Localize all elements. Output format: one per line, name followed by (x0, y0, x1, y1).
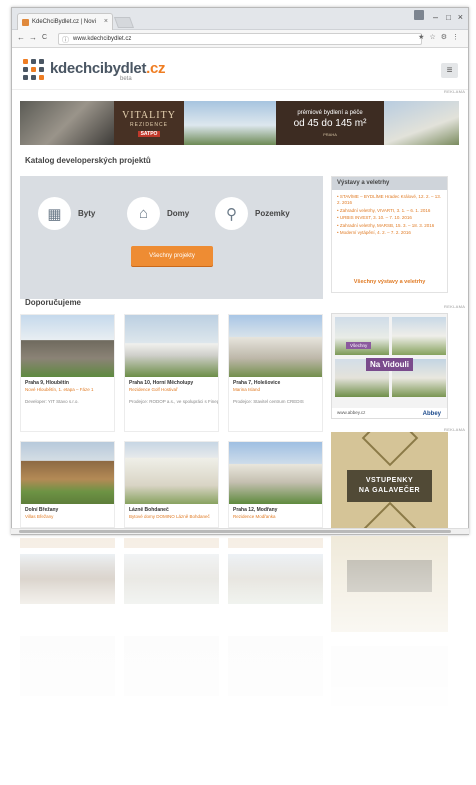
ad-photo (335, 317, 389, 355)
card-title: Praha 9, Hloubětín (25, 380, 69, 386)
banner-building-photo (184, 101, 276, 145)
project-card[interactable]: Lázně Bohdaneč Bytové domy DOMINO Lázně … (124, 441, 219, 528)
tab-title: KdeChciBydlet.cz | Novi (32, 19, 96, 25)
project-photo (21, 442, 114, 504)
category-domy[interactable]: ⌂ Domy (127, 197, 189, 230)
project-card[interactable]: Praha 7, Holešovice Marina Island Prodej… (228, 314, 323, 432)
card-title: Dolní Břežany (25, 507, 59, 513)
recommended-title: Doporučujeme (25, 298, 82, 307)
card-title: Praha 10, Horní Měcholupy (129, 380, 194, 386)
forward-icon[interactable]: → (29, 33, 37, 42)
all-events-link[interactable]: Všechny výstavy a veletrhy (332, 279, 447, 285)
ad-label: REKLAMA (444, 89, 466, 94)
project-card[interactable]: Praha 10, Horní Měcholupy Rezidence Golf… (124, 314, 219, 432)
card-subtitle[interactable]: Rezidence Modřanka (229, 513, 322, 524)
banner-exterior-photo (384, 101, 459, 145)
card-subtitle[interactable]: Marina Island (229, 386, 322, 397)
events-title: Výstavy a veletrhy (332, 177, 447, 190)
house-icon: ⌂ (127, 197, 160, 230)
ad-project-name: Na Vidouli (366, 358, 413, 371)
project-photo (125, 315, 218, 377)
toolbar-icons[interactable]: ★☆⚙⋮ (418, 33, 464, 41)
top-banner-ad[interactable]: VITALITY REZIDENCE SATPO prémiové bydlen… (20, 101, 459, 145)
card-developer: Developer: YIT Stavo s.r.o. (25, 399, 79, 404)
card-title: Praha 7, Holešovice (233, 380, 281, 386)
ad-label: REKLAMA (444, 304, 466, 309)
address-bar-row: ← → C ⓘ www.kdechcibydlet.cz ★☆⚙⋮ (12, 30, 468, 48)
close-window-icon[interactable]: × (458, 12, 463, 22)
ad-diamond-decoration (361, 432, 419, 467)
new-tab-button[interactable] (113, 17, 135, 28)
event-link[interactable]: • URBIS INVEST, 3. 10. – 7. 10. 2016 (337, 215, 442, 221)
favicon-icon (22, 19, 29, 26)
events-panel: Výstavy a veletrhy • STAVÍME – BYDLÍME H… (331, 176, 448, 293)
browser-tab[interactable]: KdeChciBydlet.cz | Novi × (17, 13, 113, 30)
catalog-title: Katalog developerských projektů (25, 156, 151, 165)
category-byty[interactable]: ▦ Byty (38, 197, 95, 230)
ad-diamond-decoration (361, 501, 419, 528)
project-photo (229, 442, 322, 504)
card-subtitle[interactable]: Bytové domy DOMINO Lázně Bohdaneč (125, 513, 218, 524)
reflection-fade (0, 536, 476, 785)
ad-photo (392, 317, 446, 355)
project-photo (125, 442, 218, 504)
card-subtitle[interactable]: Villas Břežany (21, 513, 114, 524)
minimize-icon[interactable]: – (433, 12, 438, 22)
card-title: Praha 12, Modřany (233, 507, 278, 513)
user-profile-icon[interactable] (414, 10, 424, 20)
galavecer-ad[interactable]: VSTUPENKY NA GALAVEČER (331, 432, 448, 528)
site-header: kdechcibydlet.cz beta ≡ (12, 48, 468, 90)
url-text: www.kdechcibydlet.cz (73, 36, 132, 42)
scrollbar-thumb[interactable] (19, 530, 451, 533)
project-card[interactable]: Praha 12, Modřany Rezidence Modřanka (228, 441, 323, 528)
card-subtitle[interactable]: Rezidence Golf Hostivař (125, 386, 218, 397)
event-link[interactable]: • Zahradní veletrhy, VIVARTI, 3. 1. – 6.… (337, 208, 442, 214)
url-input[interactable]: ⓘ www.kdechcibydlet.cz (58, 33, 422, 45)
info-icon: ⓘ (62, 37, 69, 44)
tab-close-icon[interactable]: × (104, 14, 108, 30)
land-plot-icon: ⚲ (215, 197, 248, 230)
maximize-icon[interactable]: □ (446, 13, 451, 22)
banner-offer: prémiové bydlení a péče od 45 do 145 m² … (276, 101, 384, 145)
project-photo (229, 315, 322, 377)
category-pozemky[interactable]: ⚲ Pozemky (215, 197, 290, 230)
banner-interior-photo (20, 101, 114, 145)
site-logo[interactable]: kdechcibydlet.cz (50, 60, 166, 77)
project-card[interactable]: Praha 9, Hloubětín Nové Hloubětín, 1. et… (20, 314, 115, 432)
reload-icon[interactable]: C (42, 34, 47, 41)
ad-ticket-box: VSTUPENKY NA GALAVEČER (347, 470, 432, 502)
card-subtitle[interactable]: Nové Hloubětín, 1. etapa – Fáze 1 (21, 386, 114, 397)
project-photo (21, 315, 114, 377)
card-title: Lázně Bohdaneč (129, 507, 169, 513)
event-link[interactable]: • Moderní vytápění, 4. 2. – 7. 2. 2016 (337, 230, 442, 236)
events-list: • STAVÍME – BYDLÍME Hradec Králové, 12. … (332, 190, 447, 236)
hamburger-menu-icon[interactable]: ≡ (441, 63, 458, 78)
vidouli-ad[interactable]: Všechny Na Vidouli www.abbey.cz Abbey (331, 313, 448, 419)
banner-brand: VITALITY REZIDENCE SATPO (114, 101, 184, 145)
tab-strip: KdeChciBydlet.cz | Novi × – □ × (12, 8, 468, 30)
project-card[interactable]: Dolní Břežany Villas Břežany (20, 441, 115, 528)
ad-tag: Všechny (346, 342, 372, 349)
apartment-icon: ▦ (38, 197, 71, 230)
card-developer: Prodejce: Stavitel centrum CREDIS (233, 399, 304, 404)
all-projects-button[interactable]: Všechny projekty (131, 246, 213, 266)
event-link[interactable]: • Zahradní veletrhy, MARSB, 15. 3. – 18.… (337, 223, 442, 229)
beta-label: beta (120, 76, 132, 82)
catalog-panel: ▦ Byty ⌂ Domy ⚲ Pozemky Všechny projekty (20, 176, 323, 299)
card-developer: Prodejce: RODOP a.s., ve spolupráci s Fi… (129, 399, 218, 404)
back-icon[interactable]: ← (17, 33, 25, 42)
horizontal-scrollbar[interactable] (11, 528, 469, 534)
logo-icon (23, 59, 44, 80)
abbey-logo: Abbey (422, 411, 441, 417)
event-link[interactable]: • STAVÍME – BYDLÍME Hradec Králové, 12. … (337, 194, 442, 206)
